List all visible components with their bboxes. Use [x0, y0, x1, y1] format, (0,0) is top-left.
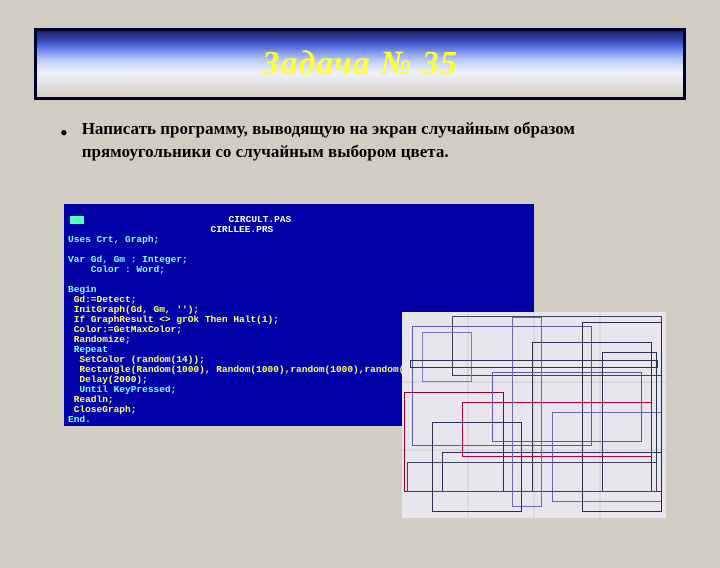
code-line: End. [68, 414, 91, 425]
marker-icon [70, 216, 84, 224]
stage: CIRCULT.PAS CIRLLEE.PRS Uses Crt, Graph;… [64, 204, 674, 534]
code-line: Color : Word; [68, 264, 165, 275]
output-window [402, 312, 666, 518]
title-box: Задача № 35 [34, 28, 686, 100]
code-line: Uses Crt, Graph; [68, 234, 159, 245]
title-text: Задача № 35 [262, 45, 458, 83]
output-rect [410, 360, 658, 368]
output-rect [422, 332, 472, 382]
description-row: • Написать программу, выводящую на экран… [60, 118, 686, 164]
description-text: Написать программу, выводящую на экран с… [82, 118, 652, 164]
output-rect [432, 422, 522, 512]
bullet-icon: • [60, 120, 68, 146]
